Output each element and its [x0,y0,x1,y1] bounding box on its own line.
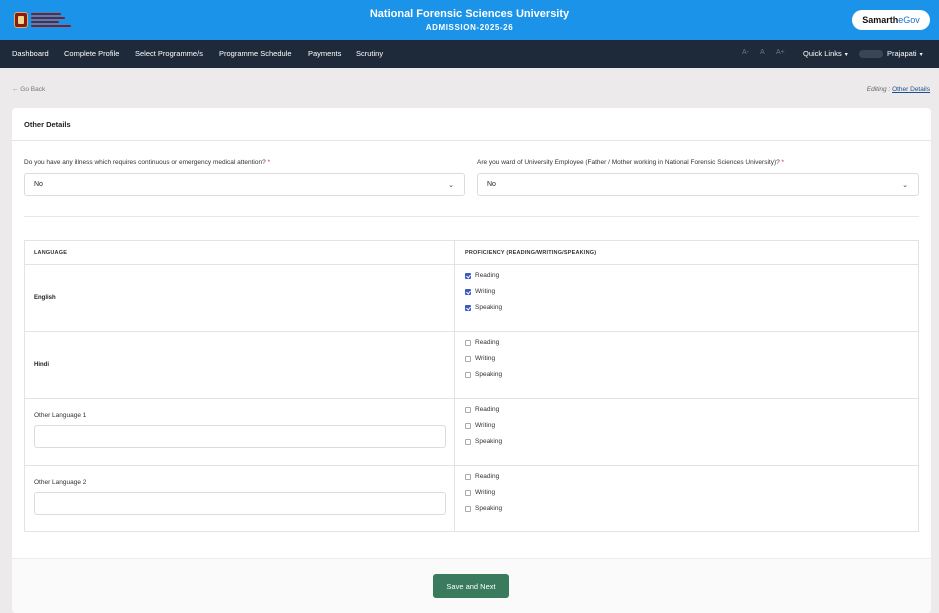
checkbox-unchecked-icon [465,406,471,413]
hindi-writing-checkbox[interactable]: Writing [465,355,495,362]
nav-dashboard[interactable]: Dashboard [12,49,49,58]
chevron-down-icon: ⌄ [902,182,908,189]
checkbox-label: Reading [475,473,500,480]
checkbox-unchecked-icon [465,505,471,512]
other2-writing-checkbox[interactable]: Writing [465,489,495,496]
english-writing-checkbox[interactable]: Writing [465,288,495,295]
employee-ward-question-label: Are you ward of University Employee (Fat… [477,159,784,166]
row-divider [25,398,918,399]
row-divider [25,331,918,332]
chevron-down-icon: ⌄ [448,182,454,189]
checkbox-label: Reading [475,272,500,279]
other2-speaking-checkbox[interactable]: Speaking [465,505,502,512]
university-title: National Forensic Sciences University [369,8,570,20]
hindi-speaking-checkbox[interactable]: Speaking [465,371,502,378]
language-hindi: Hindi [34,362,49,368]
checkbox-unchecked-icon [465,438,471,445]
checkbox-label: Writing [475,489,496,496]
user-menu[interactable]: Prajapati ▾ [887,49,923,58]
checkbox-checked-icon [465,288,471,295]
checkbox-unchecked-icon [465,473,471,480]
save-and-next-button[interactable]: Save and Next [433,574,509,598]
required-mark: * [267,159,271,166]
checkbox-unchecked-icon [465,489,471,496]
main-navbar: Dashboard Complete Profile Select Progra… [0,40,939,68]
user-name: Prajapati [887,49,917,58]
checkbox-label: Writing [475,355,496,362]
editing-prefix: Editing : [866,86,891,93]
employee-ward-select[interactable]: No ⌄ [477,173,919,196]
other-details-card: Other Details Do you have any illness wh… [12,108,931,613]
card-header: Other Details [12,108,931,141]
other-language-2-input[interactable] [34,492,446,515]
editing-indicator: Editing : Other Details [867,86,930,93]
checkbox-checked-icon [465,304,471,311]
top-header: National Forensic Sciences University AD… [0,0,939,40]
section-divider [24,216,919,217]
quick-links-label: Quick Links [803,49,842,58]
checkbox-unchecked-icon [465,339,471,346]
required-mark: * [781,159,785,166]
nav-programme-schedule[interactable]: Programme Schedule [219,49,292,58]
language-proficiency-table: LANGUAGE PROFICIENCY (READING/WRITING/SP… [24,240,919,532]
admission-title: ADMISSION-2025-26 [425,23,514,32]
nav-scrutiny[interactable]: Scrutiny [356,49,383,58]
checkbox-unchecked-icon [465,371,471,378]
other-language-1-input[interactable] [34,425,446,448]
employee-ward-select-value: No [487,181,496,188]
other-language-1-label: Other Language 1 [34,412,87,419]
other-language-2-label: Other Language 2 [34,479,87,486]
font-reset-button[interactable]: A [760,49,765,56]
employee-ward-question-text: Are you ward of University Employee (Fat… [477,159,780,166]
user-avatar [859,50,883,58]
other2-reading-checkbox[interactable]: Reading [465,473,499,480]
checkbox-label: Speaking [475,371,503,378]
illness-question-label: Do you have any illness which requires c… [24,159,270,166]
checkbox-unchecked-icon [465,422,471,429]
checkbox-label: Reading [475,406,500,413]
illness-select-value: No [34,181,43,188]
samarth-brand-badge: Samarth eGov [852,10,930,30]
column-divider [454,241,455,531]
checkbox-label: Speaking [475,505,503,512]
other1-writing-checkbox[interactable]: Writing [465,422,495,429]
other1-reading-checkbox[interactable]: Reading [465,406,499,413]
caret-down-icon: ▾ [844,52,848,58]
column-header-language: LANGUAGE [34,250,68,256]
checkbox-label: Writing [475,422,496,429]
row-divider [25,465,918,466]
row-divider [25,264,918,265]
nav-select-programmes[interactable]: Select Programme/s [135,49,203,58]
checkbox-checked-icon [465,272,471,279]
column-header-proficiency: PROFICIENCY (READING/WRITING/SPEAKING) [465,250,597,256]
caret-down-icon: ▾ [919,52,923,58]
hindi-reading-checkbox[interactable]: Reading [465,339,499,346]
nav-complete-profile[interactable]: Complete Profile [64,49,119,58]
checkbox-label: Speaking [475,304,503,311]
checkbox-unchecked-icon [465,355,471,362]
checkbox-label: Reading [475,339,500,346]
english-speaking-checkbox[interactable]: Speaking [465,304,502,311]
go-back-link[interactable]: ← Go Back [12,86,45,93]
nav-payments[interactable]: Payments [308,49,341,58]
language-english: English [34,295,56,301]
font-decrease-button[interactable]: A- [742,49,749,56]
brand-sub: eGov [898,15,920,25]
brand-main: Samarth [862,15,899,25]
card-title: Other Details [24,120,71,129]
english-reading-checkbox[interactable]: Reading [465,272,499,279]
checkbox-label: Speaking [475,438,503,445]
illness-question-text: Do you have any illness which requires c… [24,159,266,166]
editing-section-link[interactable]: Other Details [892,86,930,93]
checkbox-label: Writing [475,288,496,295]
quick-links-menu[interactable]: Quick Links ▾ [803,49,848,58]
illness-select[interactable]: No ⌄ [24,173,465,196]
font-increase-button[interactable]: A+ [776,49,785,56]
other1-speaking-checkbox[interactable]: Speaking [465,438,502,445]
